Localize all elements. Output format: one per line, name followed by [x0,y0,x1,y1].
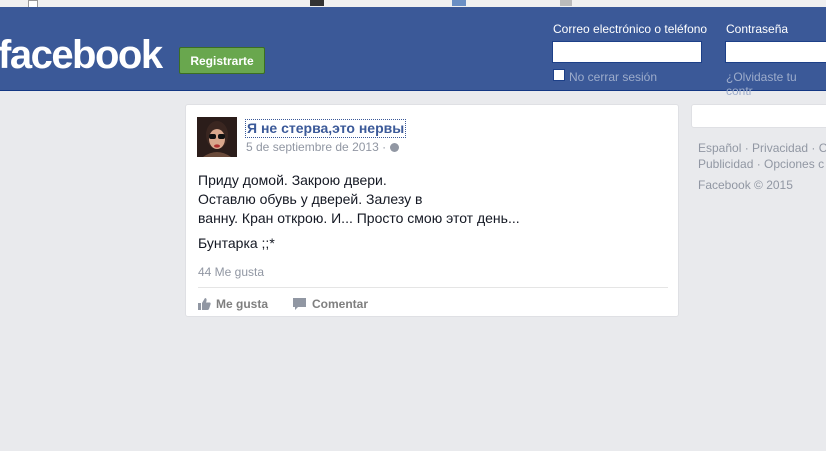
signup-button[interactable]: Registrarte [179,47,265,74]
strip-mark [310,0,324,6]
comment-icon [293,298,307,313]
footer-copyright: Facebook © 2015 [698,178,793,192]
post-signature: Бунтарка ;;* [198,235,275,251]
like-button[interactable]: Me gusta [198,297,268,313]
post-date[interactable]: 5 de septiembre de 2013 · [246,140,400,154]
email-field[interactable] [552,41,702,63]
remember-label: No cerrar sesión [569,70,658,84]
strip-mark [560,0,572,6]
footer-links-line2[interactable]: Publicidad · Opciones c [698,156,824,172]
top-header: facebook Registrarte Correo electrónico … [0,7,826,98]
post-card: Я не стерва,это нервы 5 de septiembre de… [185,104,679,317]
footer-links-line1[interactable]: Español · Privacidad · C [698,140,826,156]
post-line: Оставлю обувь у дверей. Залезу в [198,191,423,207]
post-line: Приду домой. Закрою двери. [198,172,387,188]
password-field[interactable] [725,41,826,63]
forgot-password-link[interactable]: ¿Olvidaste tu contr [726,70,826,98]
comment-label: Comentar [312,297,369,311]
like-count[interactable]: 44 Me gusta [198,265,264,279]
globe-icon [390,143,400,152]
post-text: Приду домой. Закрою двери. Оставлю обувь… [198,171,520,228]
remember-checkbox[interactable] [553,69,565,81]
password-label: Contraseña [726,22,789,36]
post-date-text: 5 de septiembre de 2013 · [246,140,387,154]
sidebar-box [691,104,826,128]
like-label: Me gusta [216,297,269,311]
author-avatar[interactable] [197,117,237,157]
post-line: ванну. Кран открою. И... Просто смою это… [198,210,520,226]
email-label: Correo electrónico o teléfono [553,22,708,36]
strip-mark [452,0,466,6]
actions-divider [198,287,668,288]
facebook-logo[interactable]: facebook [0,32,163,78]
post-author-link[interactable]: Я не стерва,это нервы [245,119,407,138]
comment-button[interactable]: Comentar [293,297,368,313]
thumbs-up-icon [198,298,211,313]
